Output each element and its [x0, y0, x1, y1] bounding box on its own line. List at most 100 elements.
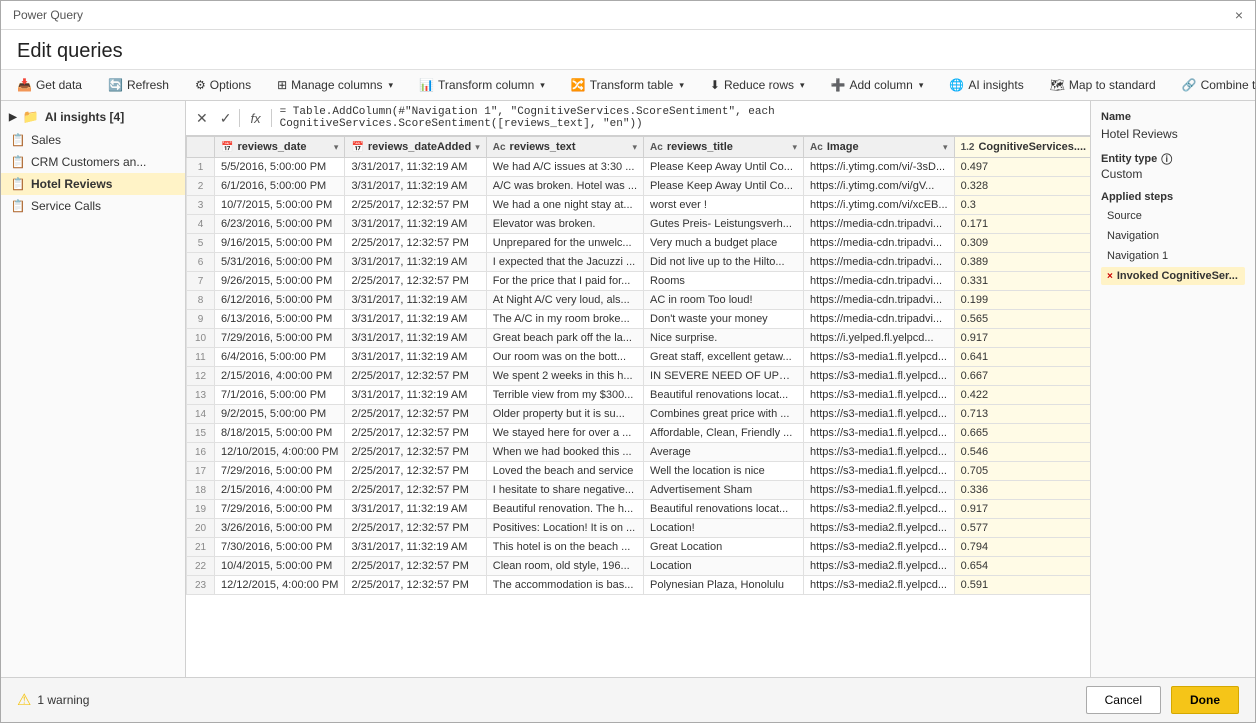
col-name-cognitive: CognitiveServices....: [978, 141, 1086, 153]
table-row[interactable]: 122/15/2016, 4:00:00 PM2/25/2017, 12:32:…: [187, 367, 1091, 386]
sidebar-item-service-calls[interactable]: 📋 Service Calls: [1, 195, 185, 217]
sidebar-item-crm[interactable]: 📋 CRM Customers an...: [1, 151, 185, 173]
table-row[interactable]: 197/29/2016, 5:00:00 PM3/31/2017, 11:32:…: [187, 500, 1091, 519]
options-icon: ⚙: [195, 78, 206, 92]
map-to-standard-button[interactable]: 🗺 Map to standard: [1042, 74, 1164, 96]
done-button[interactable]: Done: [1171, 686, 1239, 714]
table-row[interactable]: 65/31/2016, 5:00:00 PM3/31/2017, 11:32:1…: [187, 253, 1091, 272]
cell-text: I hesitate to share negative...: [486, 481, 643, 500]
table-row[interactable]: 217/30/2016, 5:00:00 PM3/31/2017, 11:32:…: [187, 538, 1091, 557]
col-header-reviews-date[interactable]: 📅 reviews_date ▾: [215, 137, 345, 158]
refresh-button[interactable]: 🔄 Refresh: [100, 74, 177, 96]
table-row[interactable]: 149/2/2015, 5:00:00 PM2/25/2017, 12:32:5…: [187, 405, 1091, 424]
table-row[interactable]: 1612/10/2015, 4:00:00 PM2/25/2017, 12:32…: [187, 443, 1091, 462]
page-header: Edit queries: [1, 30, 1255, 70]
table-icon-4: 📋: [11, 199, 25, 213]
step-delete-icon[interactable]: ×: [1107, 271, 1113, 282]
sidebar-item-hotel-reviews[interactable]: 📋 Hotel Reviews: [1, 173, 185, 195]
cell-date-added: 3/31/2017, 11:32:19 AM: [345, 158, 486, 177]
step-item[interactable]: Navigation 1: [1101, 247, 1245, 265]
right-panel: Name Hotel Reviews Entity type ⓘ Custom …: [1090, 101, 1255, 677]
cell-image: https://i.ytimg.com/vi/-3sD...: [804, 158, 955, 177]
table-row[interactable]: 2210/4/2015, 5:00:00 PM2/25/2017, 12:32:…: [187, 557, 1091, 576]
table-row[interactable]: 2312/12/2015, 4:00:00 PM2/25/2017, 12:32…: [187, 576, 1091, 595]
step-item[interactable]: Source: [1101, 207, 1245, 225]
cancel-button[interactable]: Cancel: [1086, 686, 1161, 714]
data-table-container[interactable]: 📅 reviews_date ▾ 📅 reviews_dateAdded ▾: [186, 136, 1090, 677]
transform-column-button[interactable]: 📊 Transform column ▾: [411, 74, 553, 96]
cell-image: https://s3-media1.fl.yelpcd...: [804, 405, 955, 424]
cell-date-added: 2/25/2017, 12:32:57 PM: [345, 272, 486, 291]
table-row[interactable]: 107/29/2016, 5:00:00 PM3/31/2017, 11:32:…: [187, 329, 1091, 348]
formula-input[interactable]: = Table.AddColumn(#"Navigation 1", "Cogn…: [276, 104, 1084, 132]
transform-table-button[interactable]: 🔀 Transform table ▾: [563, 74, 692, 96]
row-number: 5: [187, 234, 215, 253]
table-row[interactable]: 79/26/2015, 5:00:00 PM2/25/2017, 12:32:5…: [187, 272, 1091, 291]
cell-date: 9/2/2015, 5:00:00 PM: [215, 405, 345, 424]
options-button[interactable]: ⚙ Options: [187, 74, 259, 96]
cell-title: Well the location is nice: [644, 462, 804, 481]
cell-text: Positives: Location! It is on ...: [486, 519, 643, 538]
table-row[interactable]: 26/1/2016, 5:00:00 PM3/31/2017, 11:32:19…: [187, 177, 1091, 196]
col-name-reviews-text: reviews_text: [510, 141, 576, 153]
table-row[interactable]: 59/16/2015, 5:00:00 PM2/25/2017, 12:32:5…: [187, 234, 1091, 253]
cell-title: Great staff, excellent getaw...: [644, 348, 804, 367]
text-type-icon: Ac: [493, 142, 506, 153]
step-item[interactable]: ×Invoked CognitiveSer...: [1101, 267, 1245, 285]
col-name-reviews-date-added: reviews_dateAdded: [368, 141, 471, 153]
table-row[interactable]: 116/4/2016, 5:00:00 PM3/31/2017, 11:32:1…: [187, 348, 1091, 367]
table-row[interactable]: 86/12/2016, 5:00:00 PM3/31/2017, 11:32:1…: [187, 291, 1091, 310]
table-row[interactable]: 46/23/2016, 5:00:00 PM3/31/2017, 11:32:1…: [187, 215, 1091, 234]
app-title: Power Query: [13, 8, 83, 22]
applied-steps-list: Source Navigation Navigation 1 ×Invoked Cog…: [1101, 207, 1245, 285]
ai-insights-button[interactable]: 🌐 AI insights: [941, 74, 1031, 96]
table-row[interactable]: 203/26/2016, 5:00:00 PM2/25/2017, 12:32:…: [187, 519, 1091, 538]
col-header-image[interactable]: Ac Image ▾: [804, 137, 955, 158]
col-header-cognitive[interactable]: 1.2 CognitiveServices.... ▾: [954, 137, 1090, 158]
col-header-reviews-title[interactable]: Ac reviews_title ▾: [644, 137, 804, 158]
cell-title: Advertisement Sham: [644, 481, 804, 500]
add-column-button[interactable]: ➕ Add column ▾: [823, 74, 932, 96]
filter-icon[interactable]: ▾: [334, 142, 339, 153]
filter-icon-3[interactable]: ▾: [633, 142, 638, 153]
table-row[interactable]: 310/7/2015, 5:00:00 PM2/25/2017, 12:32:5…: [187, 196, 1091, 215]
formula-reject-button[interactable]: ✕: [192, 108, 212, 129]
cell-text: We had A/C issues at 3:30 ...: [486, 158, 643, 177]
table-icon-2: 📋: [11, 155, 25, 169]
table-row[interactable]: 158/18/2015, 5:00:00 PM2/25/2017, 12:32:…: [187, 424, 1091, 443]
table-row[interactable]: 96/13/2016, 5:00:00 PM3/31/2017, 11:32:1…: [187, 310, 1091, 329]
sidebar-group-ai-insights[interactable]: ▶ 📁 AI insights [4]: [1, 105, 185, 129]
cell-title: Don't waste your money: [644, 310, 804, 329]
row-number: 12: [187, 367, 215, 386]
row-number: 9: [187, 310, 215, 329]
table-row[interactable]: 177/29/2016, 5:00:00 PM2/25/2017, 12:32:…: [187, 462, 1091, 481]
manage-columns-button[interactable]: ⊞ Manage columns ▾: [269, 74, 401, 96]
col-header-reviews-date-added[interactable]: 📅 reviews_dateAdded ▾: [345, 137, 486, 158]
row-number: 3: [187, 196, 215, 215]
formula-accept-button[interactable]: ✓: [216, 108, 236, 129]
step-label: Navigation: [1107, 230, 1159, 242]
close-button[interactable]: ×: [1235, 7, 1243, 23]
table-row[interactable]: 15/5/2016, 5:00:00 PM3/31/2017, 11:32:19…: [187, 158, 1091, 177]
row-number: 10: [187, 329, 215, 348]
add-column-icon: ➕: [831, 78, 846, 92]
cell-date-added: 2/25/2017, 12:32:57 PM: [345, 196, 486, 215]
reduce-rows-button[interactable]: ⬇ Reduce rows ▾: [702, 74, 813, 96]
table-row[interactable]: 137/1/2016, 5:00:00 PM3/31/2017, 11:32:1…: [187, 386, 1091, 405]
step-item[interactable]: Navigation: [1101, 227, 1245, 245]
sidebar-item-sales[interactable]: 📋 Sales: [1, 129, 185, 151]
transform-table-icon: 🔀: [571, 78, 586, 92]
cell-image: https://media-cdn.tripadvi...: [804, 272, 955, 291]
filter-icon-4[interactable]: ▾: [793, 142, 798, 153]
cell-date-added: 3/31/2017, 11:32:19 AM: [345, 310, 486, 329]
col-header-reviews-text[interactable]: Ac reviews_text ▾: [486, 137, 643, 158]
cell-date-added: 2/25/2017, 12:32:57 PM: [345, 462, 486, 481]
filter-icon-2[interactable]: ▾: [475, 142, 480, 153]
table-icon: 📋: [11, 133, 25, 147]
combine-tables-button[interactable]: 🔗 Combine tables ▾: [1174, 74, 1256, 96]
get-data-button[interactable]: 📥 Get data: [9, 74, 90, 96]
table-row[interactable]: 182/15/2016, 4:00:00 PM2/25/2017, 12:32:…: [187, 481, 1091, 500]
row-number: 4: [187, 215, 215, 234]
row-number: 21: [187, 538, 215, 557]
filter-icon-5[interactable]: ▾: [943, 142, 948, 153]
